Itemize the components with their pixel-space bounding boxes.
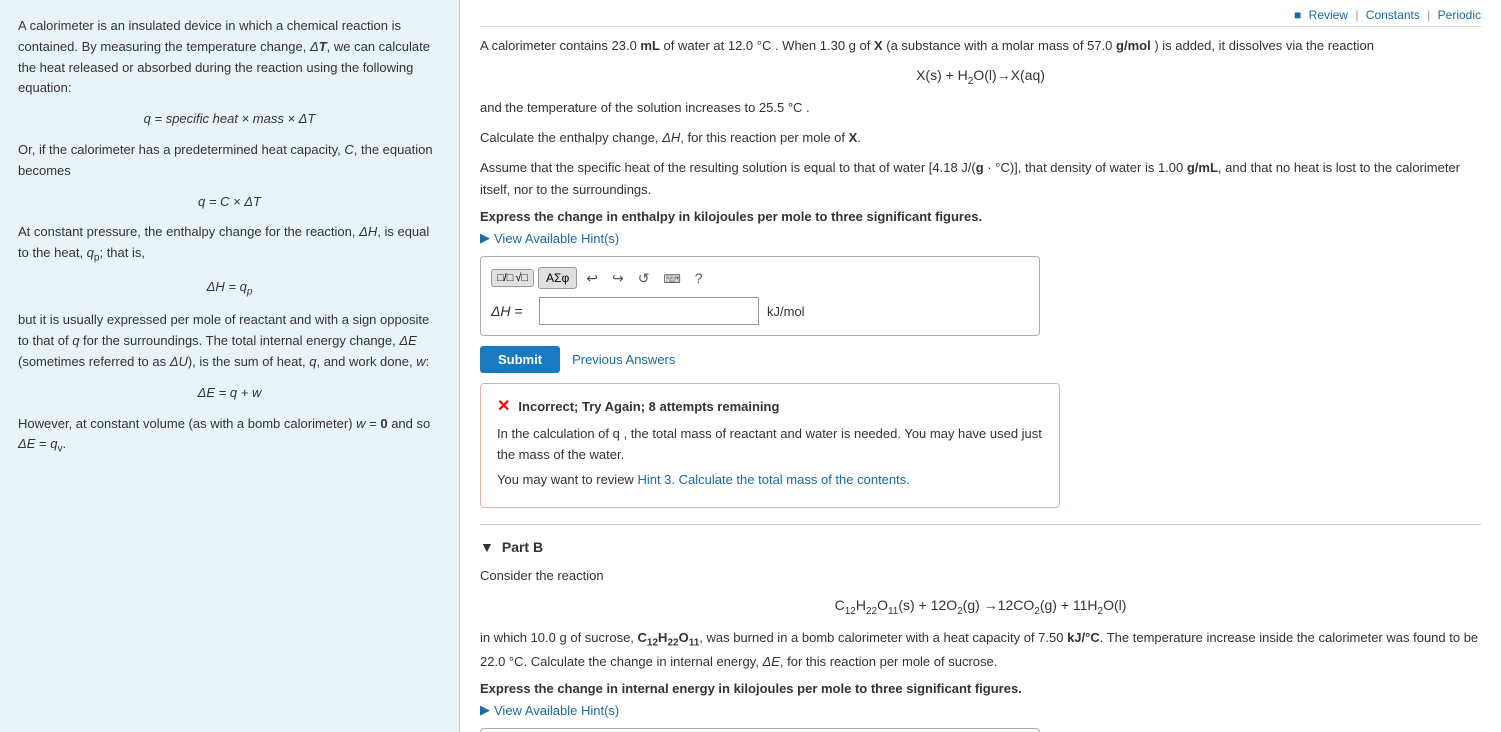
part-b-hint-triangle-icon: ▶ [480, 702, 490, 718]
part-a-input-label: ΔH = [491, 303, 531, 319]
refresh-button[interactable]: ↺ [633, 268, 655, 289]
fraction-icon: □/□ [497, 272, 513, 284]
top-bar: ■ Review | Constants | Periodic [480, 8, 1481, 27]
part-a-text-4: Assume that the specific heat of the res… [480, 157, 1481, 201]
part-a-feedback-box: ✕ Incorrect; Try Again; 8 attempts remai… [480, 383, 1060, 507]
part-a-text-2: and the temperature of the solution incr… [480, 97, 1481, 119]
part-b-hint-label: View Available Hint(s) [494, 703, 619, 718]
constants-link[interactable]: Constants [1366, 8, 1420, 22]
fraction-sqrt-button[interactable]: □/□ √□ [491, 269, 534, 287]
part-b-label: Part B [502, 539, 543, 555]
part-b-text-1: Consider the reaction [480, 565, 1481, 587]
sep1: | [1355, 8, 1358, 22]
left-para-5: However, at constant volume (as with a b… [18, 414, 441, 458]
eq-3: ΔH = qp [18, 277, 441, 301]
part-b-reaction: C12H22O11(s) + 12O2(g) →12CO2(g) + 11H2O… [480, 597, 1481, 617]
feedback-header: ✕ Incorrect; Try Again; 8 attempts remai… [497, 396, 1043, 416]
sep2: | [1427, 8, 1430, 22]
feedback-text-1: In the calculation of q , the total mass… [497, 424, 1043, 466]
keyboard-button[interactable]: ⌨ [658, 268, 685, 288]
part-b-section: ▼ Part B Consider the reaction C12H22O11… [480, 539, 1481, 732]
feedback-x-icon: ✕ [497, 396, 510, 416]
feedback-header-text: Incorrect; Try Again; 8 attempts remaini… [518, 399, 779, 414]
part-b-text-2: in which 10.0 g of sucrose, C12H22O11, w… [480, 627, 1481, 674]
part-a-previous-answers-link[interactable]: Previous Answers [572, 352, 675, 367]
left-para-2: Or, if the calorimeter has a predetermin… [18, 140, 441, 182]
left-panel: A calorimeter is an insulated device in … [0, 0, 460, 732]
eq-2: q = C × ΔT [18, 192, 441, 213]
left-para-4: but it is usually expressed per mole of … [18, 310, 441, 372]
divider [480, 524, 1481, 525]
sqrt-icon: √□ [515, 272, 528, 284]
part-b-answer-box: □/□ √□ AΣφ ↩ ↪ ↺ ⌨ ? ΔE = kJ/mol [480, 728, 1040, 732]
part-a-input-row: ΔH = kJ/mol [491, 297, 1029, 325]
eq-1: q = specific heat × mass × ΔT [18, 109, 441, 130]
part-a-answer-input[interactable] [539, 297, 759, 325]
left-para-3: At constant pressure, the enthalpy chang… [18, 222, 441, 266]
help-button[interactable]: ? [690, 268, 708, 288]
hint3-link[interactable]: Hint 3. Calculate the total mass of the … [637, 472, 909, 487]
part-a-submit-button[interactable]: Submit [480, 346, 560, 373]
sigma-icon: AΣφ [546, 271, 569, 285]
periodic-link[interactable]: Periodic [1438, 8, 1481, 22]
right-panel: ■ Review | Constants | Periodic A calori… [460, 0, 1501, 732]
part-b-hint-toggle[interactable]: ▶ View Available Hint(s) [480, 702, 619, 718]
part-a-hint-label: View Available Hint(s) [494, 231, 619, 246]
part-b-collapse-icon: ▼ [480, 539, 494, 555]
part-a-instruction: Express the change in enthalpy in kilojo… [480, 209, 1481, 224]
sigma-button[interactable]: AΣφ [538, 267, 577, 289]
part-a-answer-box: □/□ √□ AΣφ ↩ ↪ ↺ ⌨ ? ΔH = kJ/mol [480, 256, 1040, 336]
part-b-instruction: Express the change in internal energy in… [480, 681, 1481, 696]
part-a-problem: A calorimeter contains 23.0 mL of water … [480, 35, 1481, 508]
undo-button[interactable]: ↩ [581, 268, 603, 289]
part-a-submit-row: Submit Previous Answers [480, 346, 1481, 373]
part-a-toolbar: □/□ √□ AΣφ ↩ ↪ ↺ ⌨ ? [491, 267, 1029, 289]
part-a-text-1: A calorimeter contains 23.0 mL of water … [480, 35, 1481, 57]
eq-4: ΔE = q + w [18, 383, 441, 404]
part-a-text-3: Calculate the enthalpy change, ΔH, for t… [480, 127, 1481, 149]
redo-button[interactable]: ↪ [607, 268, 629, 289]
hint-triangle-icon: ▶ [480, 230, 490, 246]
part-b-header[interactable]: ▼ Part B [480, 539, 1481, 555]
review-link[interactable]: ■ Review [1294, 8, 1348, 22]
part-a-unit: kJ/mol [767, 304, 805, 319]
keyboard-icon: ⌨ [663, 272, 680, 286]
left-para-1: A calorimeter is an insulated device in … [18, 16, 441, 99]
feedback-text-2: You may want to review Hint 3. Calculate… [497, 470, 1043, 491]
part-a-reaction: X(s) + H2O(l)→X(aq) [480, 67, 1481, 87]
part-a-hint-toggle[interactable]: ▶ View Available Hint(s) [480, 230, 619, 246]
